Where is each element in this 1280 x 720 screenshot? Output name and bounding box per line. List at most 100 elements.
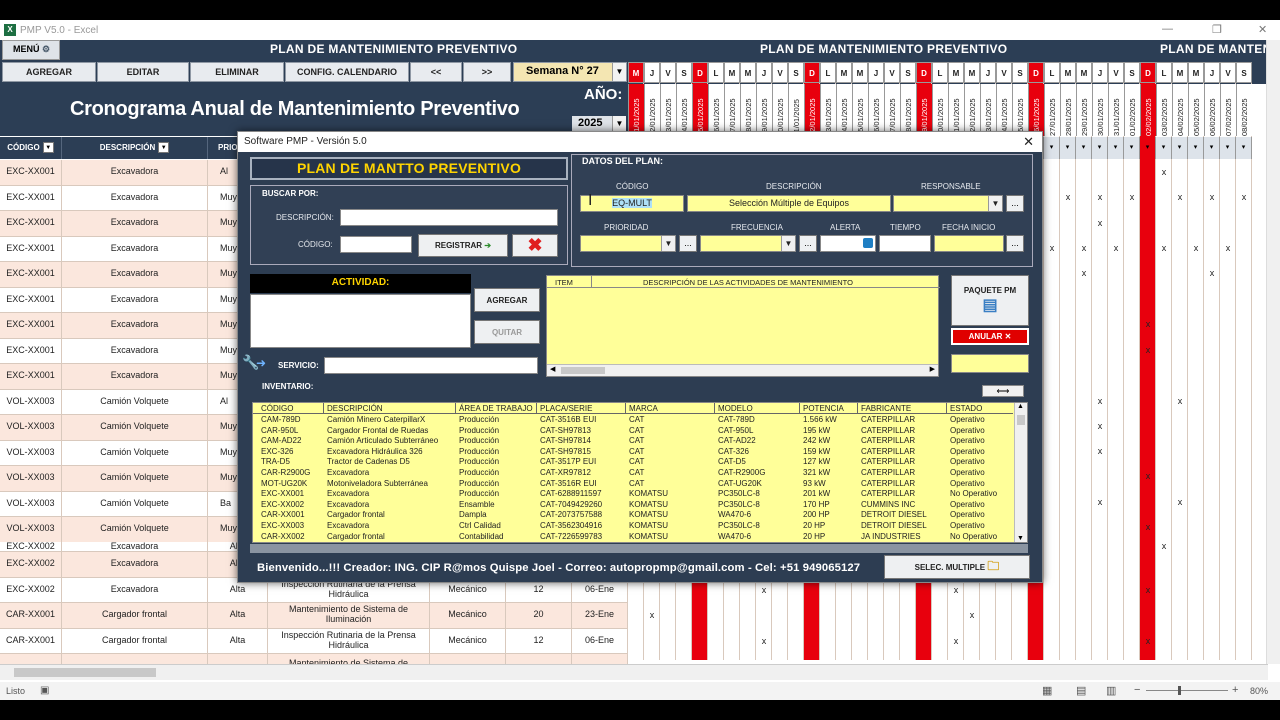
close-icon[interactable]: ✕ xyxy=(1023,134,1034,150)
schedule-mark-icon[interactable]: x xyxy=(1092,446,1108,456)
resize-arrows-icon[interactable]: ⟷ xyxy=(982,385,1024,397)
schedule-mark-icon[interactable]: x xyxy=(948,636,964,646)
desc-search-input[interactable] xyxy=(340,209,558,226)
cell-desc[interactable]: Excavadora xyxy=(62,236,208,262)
filter-icon[interactable]: ▾ xyxy=(1156,137,1172,159)
schedule-mark-icon[interactable]: x xyxy=(1060,192,1076,202)
cell-start[interactable]: 06-Ene xyxy=(572,628,628,654)
cell-desc[interactable]: Cargador frontal xyxy=(62,603,208,629)
eliminar-button[interactable]: ELIMINAR xyxy=(190,62,284,82)
cell-desc[interactable]: Excavadora xyxy=(62,577,208,603)
chevron-down-icon[interactable]: ▼ xyxy=(661,236,675,251)
scroll-right-icon[interactable]: ▶ xyxy=(930,365,935,373)
filter-icon[interactable]: ▾ xyxy=(1140,137,1156,159)
selec-multiple-button[interactable]: SELEC. MULTIPLE 🗀 xyxy=(884,555,1030,579)
schedule-mark-icon[interactable]: x xyxy=(1140,345,1156,355)
cell-type[interactable]: Mecánico xyxy=(430,603,506,629)
codigo-field[interactable]: EQ-MULT xyxy=(580,195,684,212)
filter-icon[interactable]: ▾ xyxy=(1108,137,1124,159)
fecha-inicio-field[interactable] xyxy=(934,235,1004,252)
filter-icon[interactable]: ▼ xyxy=(158,142,170,154)
cell-prio[interactable]: Alta xyxy=(208,628,268,654)
cell-desc[interactable]: Cargador frontal xyxy=(62,628,208,654)
zoom-slider[interactable] xyxy=(1146,690,1228,691)
delete-x-icon[interactable]: ✖ xyxy=(512,234,558,257)
filter-icon[interactable]: ▾ xyxy=(1044,137,1060,159)
inventory-row[interactable]: MOT-UG20K Motoniveladora Subterránea Produ… xyxy=(253,479,1013,490)
registrar-button[interactable]: REGISTRAR ➔ xyxy=(418,234,508,257)
cell-code[interactable]: EXC-XX001 xyxy=(0,364,62,390)
schedule-mark-icon[interactable]: x xyxy=(1124,192,1140,202)
zoom-out-icon[interactable]: − xyxy=(1134,684,1140,696)
anular-button[interactable]: ANULAR ✕ xyxy=(951,328,1029,345)
cell-code[interactable]: VOL-XX003 xyxy=(0,491,62,517)
normal-view-icon[interactable]: ▦ xyxy=(1042,684,1052,697)
schedule-mark-icon[interactable]: x xyxy=(1092,497,1108,507)
cell-desc[interactable]: Excavadora xyxy=(62,364,208,390)
scroll-thumb[interactable] xyxy=(1017,415,1025,425)
desc-field[interactable]: Selección Múltiple de Equipos xyxy=(687,195,891,212)
tiempo-field[interactable] xyxy=(879,235,931,252)
cell-desc[interactable]: Camión Volquete xyxy=(62,466,208,492)
cell-code[interactable]: CAR-XX001 xyxy=(0,628,62,654)
schedule-mark-icon[interactable]: x xyxy=(1092,192,1108,202)
restore-icon[interactable]: ❐ xyxy=(1212,23,1222,36)
schedule-mark-icon[interactable]: x xyxy=(1220,243,1236,253)
cell-desc[interactable]: Excavadora xyxy=(62,542,208,552)
inventory-row[interactable]: EXC-XX001 Excavadora Producción CAT-6288911… xyxy=(253,489,1013,500)
cell-code[interactable]: EXC-XX001 xyxy=(0,338,62,364)
chevron-down-icon[interactable]: ▼ xyxy=(612,116,626,132)
prev-button[interactable]: << xyxy=(410,62,462,82)
actividad-textarea[interactable] xyxy=(250,294,471,348)
resp-field[interactable]: ▼ xyxy=(893,195,1003,212)
quitar-button[interactable]: QUITAR xyxy=(474,320,540,344)
cell-desc[interactable]: Excavadora xyxy=(62,160,208,186)
cell-prio[interactable]: Alta xyxy=(208,603,268,629)
filter-icon[interactable]: ▾ xyxy=(1076,137,1092,159)
schedule-mark-icon[interactable]: x xyxy=(1172,497,1188,507)
cell-code[interactable]: EXC-XX001 xyxy=(0,211,62,237)
schedule-mark-icon[interactable]: x xyxy=(1140,636,1156,646)
code-search-input[interactable] xyxy=(340,236,412,253)
cell-desc[interactable]: Excavadora xyxy=(62,552,208,578)
schedule-mark-icon[interactable]: x xyxy=(1076,268,1092,278)
cell-code[interactable]: CAR-XX001 xyxy=(0,603,62,629)
scroll-down-icon[interactable]: ▼ xyxy=(1017,535,1024,542)
schedule-mark-icon[interactable]: x xyxy=(1108,243,1124,253)
cell-desc[interactable]: Camión Volquete xyxy=(62,491,208,517)
anular-field[interactable] xyxy=(951,354,1029,373)
chevron-down-icon[interactable]: ▼ xyxy=(988,196,1002,211)
next-button[interactable]: >> xyxy=(463,62,511,82)
schedule-mark-icon[interactable]: x xyxy=(1204,192,1220,202)
schedule-mark-icon[interactable]: x xyxy=(644,610,660,620)
schedule-mark-icon[interactable]: x xyxy=(1172,396,1188,406)
year-select[interactable]: 2025 ▼ xyxy=(572,116,626,132)
zoom-in-icon[interactable]: + xyxy=(1232,684,1238,696)
cell-desc[interactable]: Excavadora xyxy=(62,287,208,313)
resp-more-button[interactable]: ... xyxy=(1006,195,1024,212)
cell-desc[interactable]: Excavadora xyxy=(62,262,208,288)
cell-start[interactable]: 23-Ene xyxy=(572,603,628,629)
schedule-mark-icon[interactable]: x xyxy=(964,610,980,620)
inventory-row[interactable]: EXC-XX002 Excavadora Ensamble CAT-704942926… xyxy=(253,500,1013,511)
cell-code[interactable]: EXC-XX002 xyxy=(0,542,62,552)
cell-code[interactable]: EXC-XX001 xyxy=(0,185,62,211)
cell-code[interactable]: EXC-XX001 xyxy=(0,236,62,262)
alerta-field[interactable] xyxy=(820,235,876,252)
schedule-mark-icon[interactable]: x xyxy=(1156,541,1172,551)
cell-desc[interactable]: Excavadora xyxy=(62,211,208,237)
filter-icon[interactable]: ▾ xyxy=(1188,137,1204,159)
zoom-slider-thumb[interactable] xyxy=(1178,686,1181,695)
schedule-mark-icon[interactable]: x xyxy=(756,636,772,646)
filter-icon[interactable]: ▾ xyxy=(1060,137,1076,159)
paquete-pm-button[interactable]: PAQUETE PM ▤ xyxy=(951,275,1029,326)
vertical-scrollbar[interactable] xyxy=(1266,40,1280,664)
schedule-mark-icon[interactable]: x xyxy=(1156,167,1172,177)
cell-desc[interactable]: Excavadora xyxy=(62,313,208,339)
cell-code[interactable]: EXC-XX001 xyxy=(0,262,62,288)
close-window-icon[interactable]: ✕ xyxy=(1258,23,1267,36)
inventory-row[interactable]: EXC-XX003 Excavadora Ctrl Calidad CAT-35623… xyxy=(253,521,1013,532)
cell-freq[interactable]: 20 xyxy=(506,603,572,629)
inventory-row[interactable]: CAM-AD22 Camión Articulado Subterráneo Pro… xyxy=(253,436,1013,447)
cell-desc[interactable]: Excavadora xyxy=(62,338,208,364)
